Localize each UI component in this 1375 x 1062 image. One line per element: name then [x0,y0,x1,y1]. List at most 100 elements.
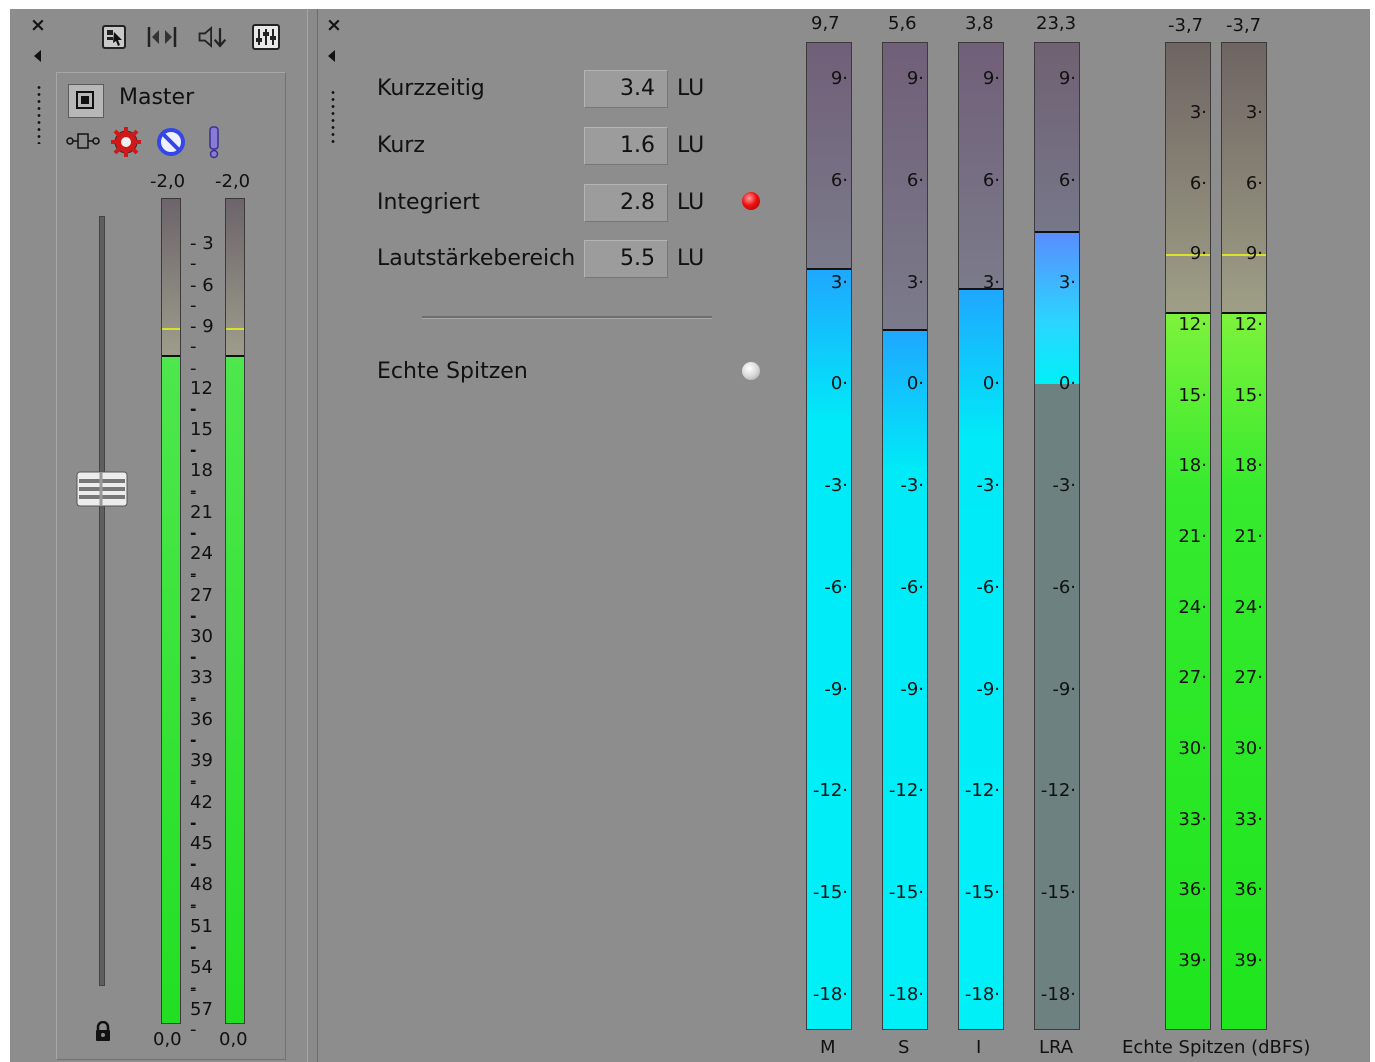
true-peak-indicator-led [742,362,760,380]
level-left-readout: 0,0 [153,1029,182,1050]
true-peak-label: Echte Spitzen [377,359,528,384]
meter-i: 9· 6· 3· 0· -3· -6· -9· -12· -15· -18· [958,42,1004,1030]
meter-scale-tick: 33· [1178,808,1207,830]
true-peak-meter-right: 3· 6· 9· 12· 15· 18· 21· 24· 27· 30· 33· 36· 39· [1221,42,1267,1030]
meter-scale-tick: -3· [900,475,924,497]
meter-s: 9· 6· 3· 0· -3· -6· -9· -12· -15· -18· [882,42,928,1030]
integrated-indicator-led [742,192,760,210]
meter-scale-tick: -18· [888,984,924,1005]
value-short: 1.6 [584,127,668,165]
meter-scale-tick: -12· [1040,780,1076,802]
meter-scale-tick: 18· [1178,455,1207,477]
meter-scale-tick: 3· [1058,271,1076,293]
meter-scale-tick: 9· [982,68,1000,89]
master-meter-right [225,198,245,1024]
collapse-arrow-icon[interactable] [34,50,41,62]
peak-right-readout: -2,0 [215,171,251,192]
panel-splitter[interactable] [307,9,318,1062]
meter-i-label: I [976,1037,982,1058]
meter-scale-tick: - 6 - [190,274,214,316]
value-short-term: 3.4 [584,70,668,108]
meter-scale-tick: -3· [976,475,1000,497]
meter-scale-tick: -12· [812,780,848,802]
meter-scale-tick: 3· [906,271,924,293]
meter-scale-tick: 33· [1234,808,1263,830]
meter-scale-tick: -9· [824,678,848,700]
meter-fill [959,289,1003,1029]
meter-scale-tick: -6· [900,576,924,598]
meter-scale-tick: 3· [1189,102,1207,123]
fx-icon[interactable] [110,126,142,162]
unit-integrated: LU [677,190,705,215]
lock-icon[interactable] [94,1020,112,1047]
true-peak-right-peak: -3,7 [1226,15,1262,36]
meter-hold-line [226,328,244,331]
meter-scale-tick: 3· [1245,102,1263,123]
meter-scale-tick: 0· [1058,373,1076,395]
meter-s-label: S [898,1037,910,1058]
meter-scale-tick: 36· [1234,879,1263,901]
meter-scale-tick: 0· [830,373,848,395]
value-range: 5.5 [584,240,668,278]
meter-scale-tick: 24· [1234,596,1263,618]
meter-scale-tick: -18· [812,984,848,1005]
master-track-icon[interactable] [68,84,104,118]
meter-scale-tick: 18· [1234,455,1263,477]
meter-scale-tick: -9· [976,678,1000,700]
solo-icon[interactable] [206,125,222,163]
meter-scale-tick: 12· [1234,314,1263,335]
meter-m-peak: 9,7 [811,13,840,34]
meter-scale-tick: 6· [906,169,924,191]
meter-fill [226,355,244,1023]
bus-icon[interactable] [146,21,178,53]
meter-i-peak: 3,8 [965,13,994,34]
meter-scale-tick: 36· [1178,879,1207,901]
drag-grip-handle[interactable] [36,84,42,144]
meter-scale-tick: -9· [1052,678,1076,700]
meter-scale-tick: -15· [812,882,848,904]
level-right-readout: 0,0 [219,1029,248,1050]
collapse-arrow-icon[interactable] [328,50,335,62]
meter-s-peak: 5,6 [888,13,917,34]
row-label-short: Kurz [377,133,425,158]
master-meter-scale: - 3 -- 6 -- 9 -- 12 -- 15 -- 18 -- 21 --… [181,198,225,1039]
close-loudness-button[interactable]: × [326,15,342,35]
meter-scale-tick: -12· [888,780,924,802]
mixer-icon[interactable] [250,21,282,53]
insert-icon[interactable] [98,21,130,53]
meter-scale-tick: 15· [1234,384,1263,406]
meter-lra-peak: 23,3 [1036,13,1077,34]
meter-scale-tick: 12· [1178,314,1207,335]
meter-level-edge [807,267,851,270]
meter-scale-tick: -12· [964,780,1000,802]
volume-fader-knob[interactable] [76,471,128,507]
meter-scale-tick: 9· [1189,243,1207,265]
meter-scale-tick: -15· [1040,882,1076,904]
meter-scale-tick: 9· [1058,68,1076,89]
true-peak-caption: Echte Spitzen (dBFS) [1122,1037,1311,1058]
fader-track[interactable] [99,216,105,986]
downmix-icon[interactable] [196,21,228,53]
divider [422,316,712,319]
close-mixer-button[interactable]: × [30,15,46,35]
meter-scale-tick: 9· [1245,243,1263,265]
loudness-meter-window: × Master -2,0 -2,0 - 3 - - 6 - - 9 - - 1… [0,0,1375,1062]
meter-hold-line [162,328,180,331]
unit-range: LU [677,246,705,271]
meter-scale-tick: -6· [824,576,848,598]
peak-left-readout: -2,0 [150,171,186,192]
drag-grip-handle[interactable] [330,89,336,145]
automation-icon[interactable] [65,130,101,156]
track-name: Master [119,85,195,110]
meter-level-edge [226,354,244,357]
meter-m-label: M [820,1037,836,1058]
meter-scale-tick: -3· [1052,475,1076,497]
meter-lra-label: LRA [1039,1037,1074,1058]
meter-fill [162,355,180,1023]
meter-scale-tick: 6· [982,169,1000,191]
master-meter-left [161,198,181,1024]
mixer-panel: × Master -2,0 -2,0 - 3 - - 6 - - 9 - - 1… [10,9,308,1062]
mute-icon[interactable] [156,127,186,161]
meter-level-edge [1035,230,1079,233]
meter-scale-tick: -18· [964,984,1000,1005]
